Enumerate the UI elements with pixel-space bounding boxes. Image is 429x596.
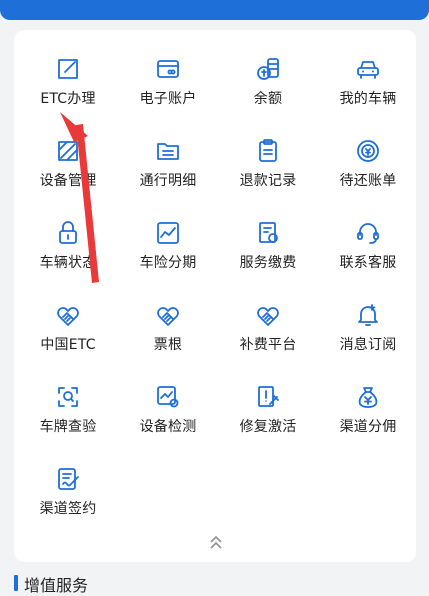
grid-item[interactable]: 车险分期 — [118, 220, 218, 290]
car-icon — [355, 56, 381, 82]
grid-item[interactable]: 车辆状态 — [18, 220, 118, 290]
grid-item[interactable]: 中国ETC — [18, 302, 118, 372]
handshake-heart-icon — [255, 302, 281, 328]
grid-item[interactable]: 票根 — [118, 302, 218, 372]
trend-chart-icon — [155, 220, 181, 246]
sign-doc-icon — [55, 466, 81, 492]
money-bag-icon — [355, 384, 381, 410]
grid-item[interactable]: 待还账单 — [318, 138, 418, 208]
grid-item-label: 中国ETC — [40, 337, 96, 353]
grid-item-label: 补费平台 — [239, 337, 297, 353]
grid-item[interactable]: 服务缴费 — [218, 220, 318, 290]
grid-item-label: 设备检测 — [139, 419, 197, 435]
grid-item[interactable]: 渠道签约 — [18, 466, 118, 536]
grid-item[interactable]: 车牌查验 — [18, 384, 118, 454]
section-title: 增值服务 — [24, 576, 89, 595]
service-grid-card: ETC办理 电子账户 余额 我的车辆设备管理 通行明细 退款记录 待还账单车辆状态 车险分期 服… — [14, 30, 416, 562]
handshake-heart-icon — [55, 302, 81, 328]
grid-item-label: 电子账户 — [139, 91, 197, 107]
grid-item[interactable]: 余额 — [218, 56, 318, 126]
scan-icon — [55, 384, 81, 410]
grid-item[interactable]: 设备管理 — [18, 138, 118, 208]
grid-item[interactable]: 联系客服 — [318, 220, 418, 290]
repair-icon — [255, 384, 281, 410]
folder-list-icon — [155, 138, 181, 164]
coin-stack-icon — [255, 56, 281, 82]
grid-item[interactable]: 通行明细 — [118, 138, 218, 208]
grid-item[interactable]: 电子账户 — [118, 56, 218, 126]
grid-item-label: 我的车辆 — [339, 91, 397, 107]
grid-item[interactable]: 设备检测 — [118, 384, 218, 454]
handshake-heart-icon — [155, 302, 181, 328]
grid-item-label: 设备管理 — [39, 173, 97, 189]
grid-item[interactable]: 我的车辆 — [318, 56, 418, 126]
section-accent-bar — [14, 575, 18, 591]
edit-square-icon — [55, 56, 81, 82]
grid-item[interactable]: 补费平台 — [218, 302, 318, 372]
grid-item[interactable]: ETC办理 — [18, 56, 118, 126]
grid-item[interactable]: 渠道分佣 — [318, 384, 418, 454]
device-check-icon — [155, 384, 181, 410]
grid-item[interactable]: 退款记录 — [218, 138, 318, 208]
grid-item-label: 联系客服 — [339, 255, 397, 271]
grid-item-label: 车牌查验 — [39, 419, 97, 435]
grid-item-label: 修复激活 — [239, 419, 297, 435]
grid-item-label: 待还账单 — [339, 173, 397, 189]
bank-card-icon — [155, 56, 181, 82]
grid-item-label: 渠道分佣 — [339, 419, 397, 435]
grid-item-label: 余额 — [253, 91, 283, 107]
lock-icon — [55, 220, 81, 246]
grid-item-label: 渠道签约 — [39, 501, 97, 517]
grid-item-label: 车辆状态 — [39, 255, 97, 271]
grid-item-label: 消息订阅 — [339, 337, 397, 353]
grid-item-label: 通行明细 — [139, 173, 197, 189]
grid-item-label: ETC办理 — [40, 91, 96, 107]
payment-doc-icon — [255, 220, 281, 246]
double-chevron-up-icon — [210, 535, 222, 549]
collapse-button[interactable] — [204, 530, 228, 554]
grid-item-label: 票根 — [153, 337, 183, 353]
header-bar — [0, 0, 429, 20]
device-tag-icon — [55, 138, 81, 164]
grid-item[interactable]: 修复激活 — [218, 384, 318, 454]
grid-item-label: 退款记录 — [239, 173, 297, 189]
grid-item[interactable]: 消息订阅 — [318, 302, 418, 372]
grid-item-label: 服务缴费 — [239, 255, 297, 271]
bell-plus-icon — [355, 302, 381, 328]
headset-icon — [355, 220, 381, 246]
yuan-circle-icon — [355, 138, 381, 164]
grid-item-label: 车险分期 — [139, 255, 197, 271]
clipboard-icon — [255, 138, 281, 164]
